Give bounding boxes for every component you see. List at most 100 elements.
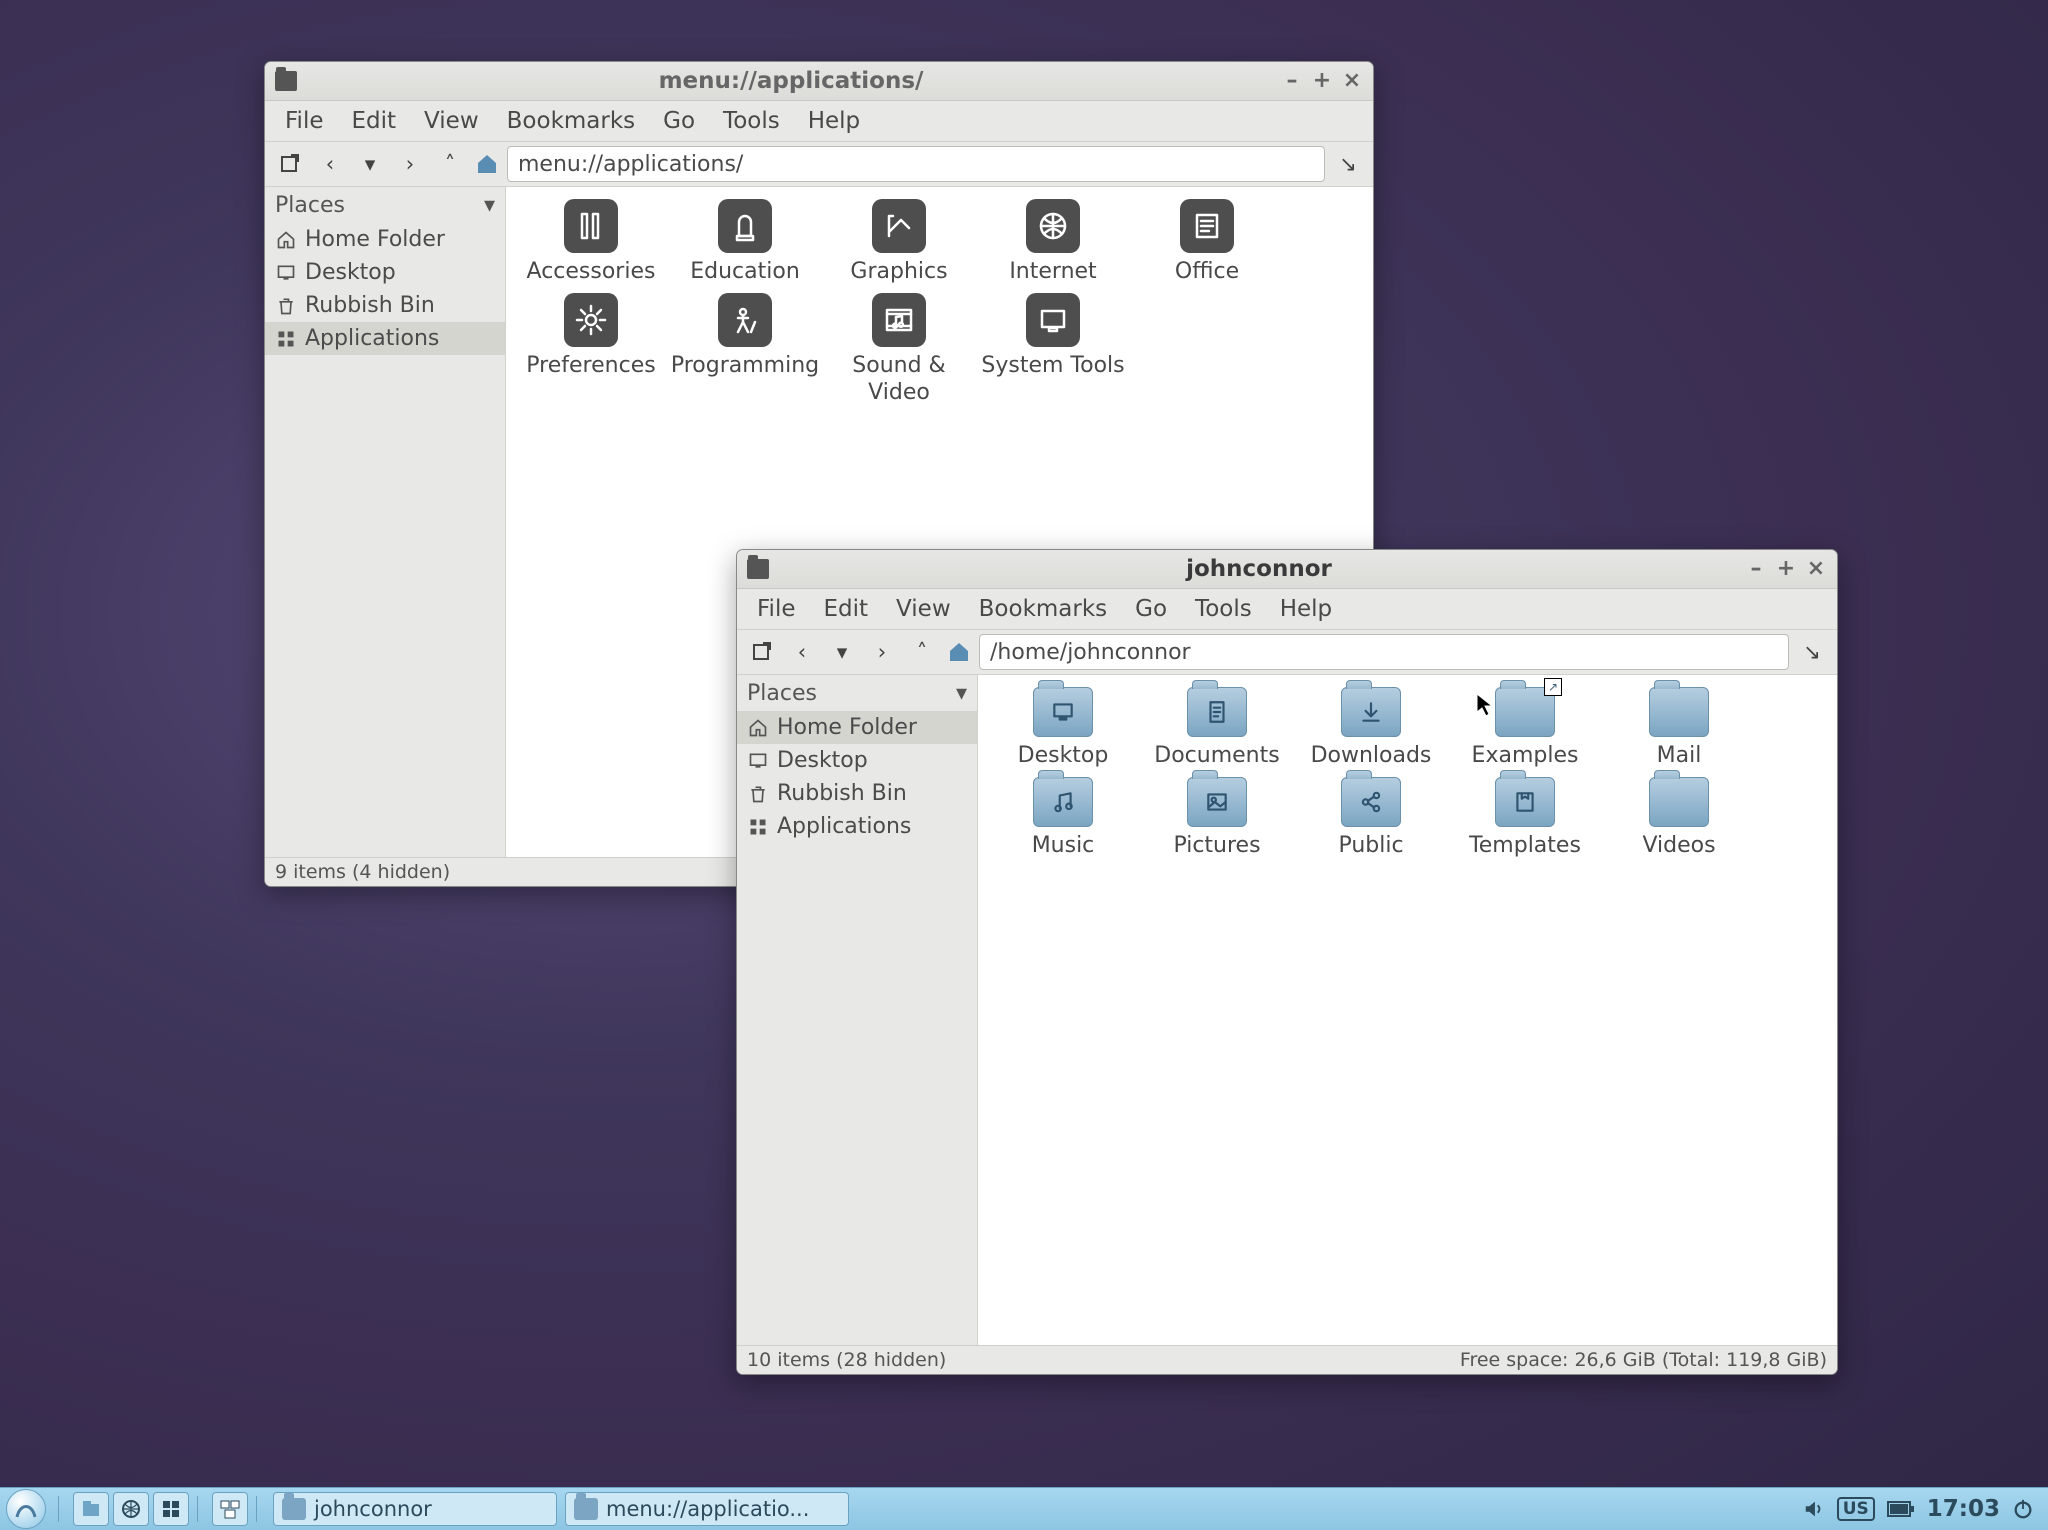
- folder-icon: [1649, 687, 1709, 737]
- item-label: Music: [1032, 833, 1095, 859]
- item-label: Pictures: [1173, 833, 1260, 859]
- sidebar-item-rubbish-bin[interactable]: Rubbish Bin: [265, 289, 505, 322]
- category-system-tools[interactable]: System Tools: [976, 293, 1130, 406]
- add-tab-button[interactable]: [273, 147, 307, 181]
- menu-edit[interactable]: Edit: [342, 104, 407, 138]
- titlebar[interactable]: johnconnor – + ×: [737, 550, 1837, 589]
- system-tray: US 17:03: [1803, 1496, 2034, 1522]
- menu-bookmarks[interactable]: Bookmarks: [497, 104, 646, 138]
- item-label: Mail: [1657, 743, 1702, 769]
- back-button[interactable]: ‹: [785, 635, 819, 669]
- folder-documents[interactable]: Documents: [1140, 687, 1294, 769]
- launcher-app[interactable]: [153, 1492, 189, 1526]
- titlebar[interactable]: menu://applications/ – + ×: [265, 62, 1373, 101]
- item-label: Office: [1175, 259, 1239, 285]
- forward-button[interactable]: ›: [865, 635, 899, 669]
- folder-pictures[interactable]: Pictures: [1140, 777, 1294, 859]
- folder-icon: [1341, 777, 1401, 827]
- statusbar: 10 items (28 hidden) Free space: 26,6 Gi…: [737, 1345, 1837, 1374]
- icon-grid[interactable]: DesktopDocumentsDownloads↗Examples Mail Mu…: [978, 675, 1837, 1345]
- sidebar-item-home-folder[interactable]: Home Folder: [265, 223, 505, 256]
- sidebar-item-desktop[interactable]: Desktop: [737, 744, 977, 777]
- soundvideo-icon: [872, 293, 926, 347]
- volume-icon[interactable]: [1803, 1498, 1825, 1520]
- category-sound-video[interactable]: Sound & Video: [822, 293, 976, 406]
- category-graphics[interactable]: Graphics: [822, 199, 976, 285]
- menu-tools[interactable]: Tools: [713, 104, 790, 138]
- category-programming[interactable]: Programming: [668, 293, 822, 406]
- launcher-file-manager[interactable]: [73, 1492, 109, 1526]
- folder-desktop[interactable]: Desktop: [986, 687, 1140, 769]
- path-entry[interactable]: menu://applications/: [507, 146, 1325, 182]
- category-preferences[interactable]: Preferences: [514, 293, 668, 406]
- menu-file[interactable]: File: [747, 592, 806, 626]
- sidebar-item-label: Home Folder: [777, 715, 917, 740]
- folder-videos[interactable]: Videos: [1602, 777, 1756, 859]
- internet-icon: [1026, 199, 1080, 253]
- power-icon[interactable]: [2012, 1498, 2034, 1520]
- go-button[interactable]: ↘: [1795, 635, 1829, 669]
- battery-icon[interactable]: [1887, 1500, 1915, 1518]
- sidebar-item-applications[interactable]: Applications: [737, 810, 977, 843]
- places-header[interactable]: Places ▾: [265, 187, 505, 223]
- menu-go[interactable]: Go: [653, 104, 705, 138]
- forward-button[interactable]: ›: [393, 147, 427, 181]
- places-header[interactable]: Places ▾: [737, 675, 977, 711]
- menu-help[interactable]: Help: [798, 104, 870, 138]
- up-button[interactable]: ˄: [905, 635, 939, 669]
- category-accessories[interactable]: Accessories: [514, 199, 668, 285]
- up-button[interactable]: ˄: [433, 147, 467, 181]
- window-title: menu://applications/: [305, 68, 1277, 94]
- home-path-icon[interactable]: [945, 638, 973, 666]
- sidebar-item-home-folder[interactable]: Home Folder: [737, 711, 977, 744]
- menu-file[interactable]: File: [275, 104, 334, 138]
- folder-downloads[interactable]: Downloads: [1294, 687, 1448, 769]
- history-dropdown[interactable]: ▾: [353, 147, 387, 181]
- category-office[interactable]: Office: [1130, 199, 1284, 285]
- folder-music[interactable]: Music: [986, 777, 1140, 859]
- folder-icon: [574, 1498, 598, 1520]
- sidebar-item-rubbish-bin[interactable]: Rubbish Bin: [737, 777, 977, 810]
- close-button[interactable]: ×: [1337, 66, 1367, 96]
- minimize-button[interactable]: –: [1741, 554, 1771, 584]
- taskbar-item[interactable]: menu://applicatio...: [565, 1492, 849, 1526]
- keyboard-layout-indicator[interactable]: US: [1837, 1497, 1875, 1521]
- close-button[interactable]: ×: [1801, 554, 1831, 584]
- chevron-down-icon: ▾: [484, 193, 495, 218]
- path-entry[interactable]: /home/johnconnor: [979, 634, 1789, 670]
- menu-bookmarks[interactable]: Bookmarks: [969, 592, 1118, 626]
- go-button[interactable]: ↘: [1331, 147, 1365, 181]
- menu-edit[interactable]: Edit: [814, 592, 879, 626]
- start-menu-button[interactable]: [6, 1489, 46, 1529]
- show-desktop-button[interactable]: [212, 1492, 248, 1526]
- menu-tools[interactable]: Tools: [1185, 592, 1262, 626]
- item-label: Sound & Video: [824, 353, 974, 406]
- sidebar-item-applications[interactable]: Applications: [265, 322, 505, 355]
- taskbar-item[interactable]: johnconnor: [273, 1492, 557, 1526]
- folder-icon: [1341, 687, 1401, 737]
- back-button[interactable]: ‹: [313, 147, 347, 181]
- sidebar-item-desktop[interactable]: Desktop: [265, 256, 505, 289]
- folder-mail[interactable]: Mail: [1602, 687, 1756, 769]
- menu-go[interactable]: Go: [1125, 592, 1177, 626]
- folder-public[interactable]: Public: [1294, 777, 1448, 859]
- toolbar: ‹ ▾ › ˄ menu://applications/ ↘: [265, 142, 1373, 187]
- category-education[interactable]: Education: [668, 199, 822, 285]
- menu-help[interactable]: Help: [1270, 592, 1342, 626]
- category-internet[interactable]: Internet: [976, 199, 1130, 285]
- taskbar: johnconnormenu://applicatio... US 17:03: [0, 1487, 2048, 1530]
- folder-templates[interactable]: Templates: [1448, 777, 1602, 859]
- maximize-button[interactable]: +: [1307, 66, 1337, 96]
- home-path-icon[interactable]: [473, 150, 501, 178]
- folder-icon: [1033, 777, 1093, 827]
- add-tab-button[interactable]: [745, 635, 779, 669]
- clock[interactable]: 17:03: [1927, 1496, 2000, 1522]
- menu-view[interactable]: View: [414, 104, 489, 138]
- menu-view[interactable]: View: [886, 592, 961, 626]
- folder-examples[interactable]: ↗Examples: [1448, 687, 1602, 769]
- maximize-button[interactable]: +: [1771, 554, 1801, 584]
- launcher-browser[interactable]: [113, 1492, 149, 1526]
- item-label: Internet: [1009, 259, 1096, 285]
- history-dropdown[interactable]: ▾: [825, 635, 859, 669]
- minimize-button[interactable]: –: [1277, 66, 1307, 96]
